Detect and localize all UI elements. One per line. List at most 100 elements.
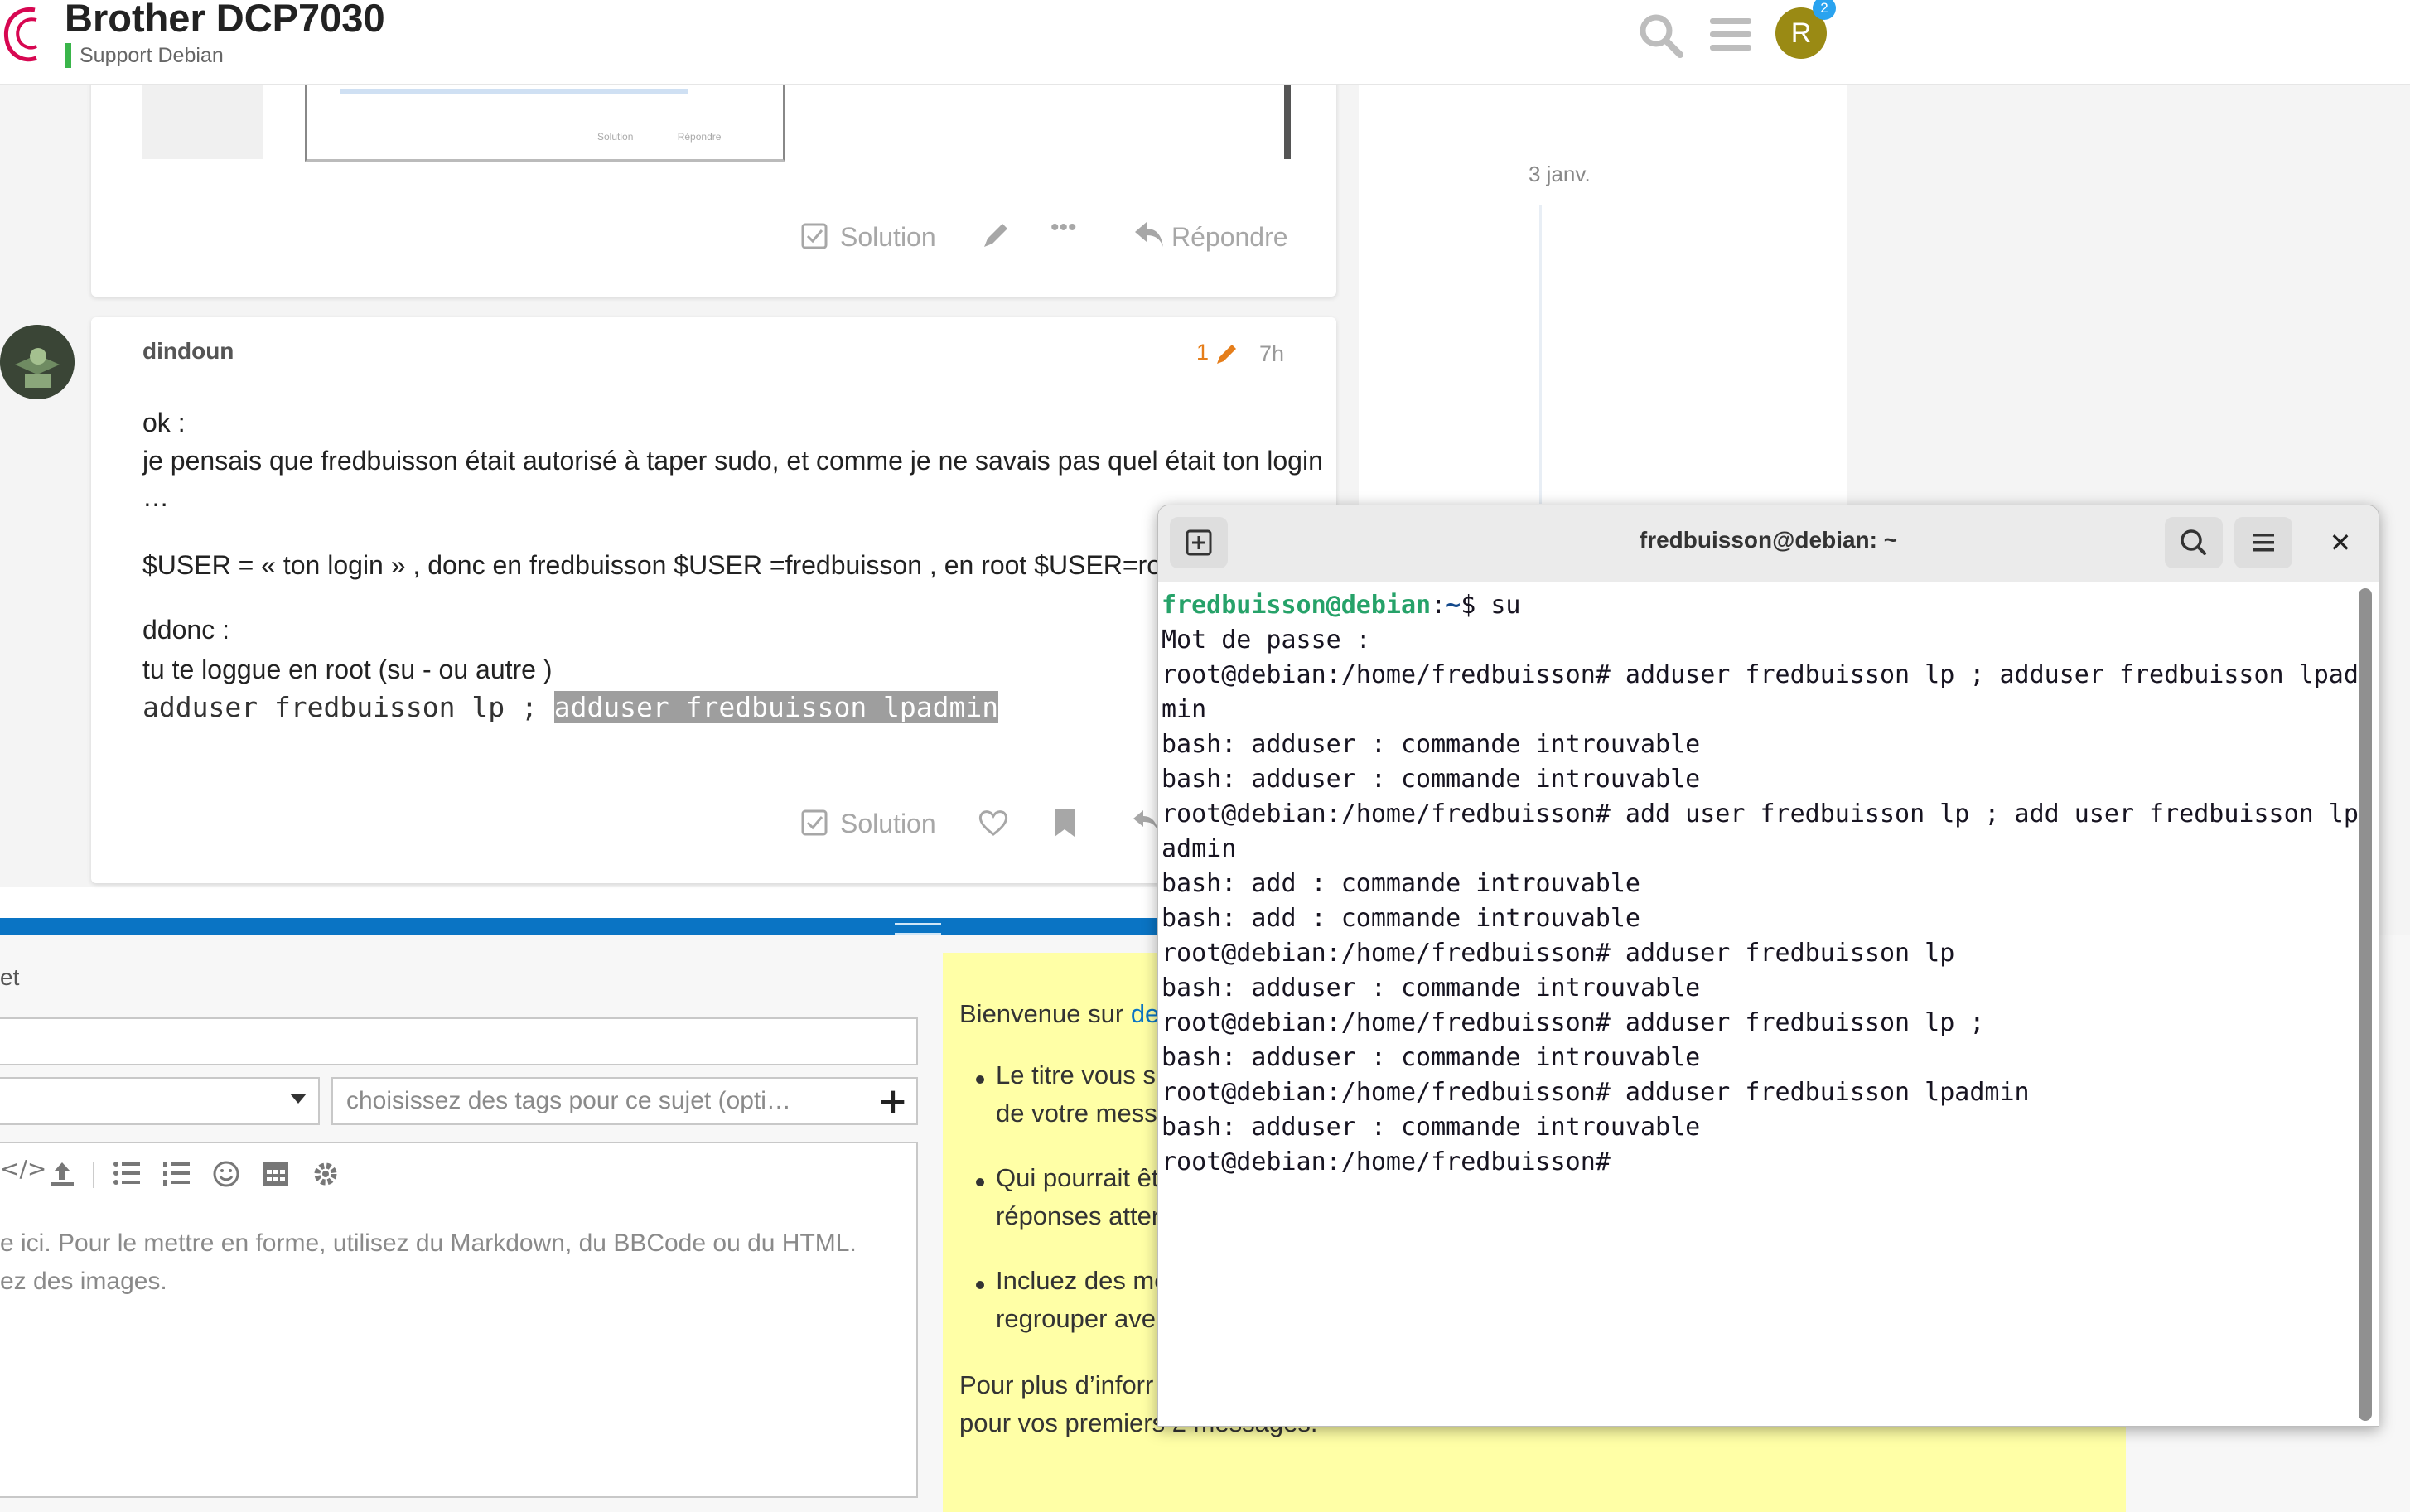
post-age[interactable]: 7h	[1259, 341, 1284, 367]
bullet-list-icon[interactable]	[113, 1160, 141, 1186]
topic-title-input[interactable]	[0, 1017, 918, 1065]
emoji-icon[interactable]	[212, 1160, 240, 1188]
tip-line: Incluez des mo	[996, 1266, 1169, 1295]
terminal-search-button[interactable]	[2165, 517, 2223, 568]
close-icon[interactable]: ✕	[2315, 517, 2366, 568]
edit-pencil-icon[interactable]	[981, 220, 1011, 250]
checkbox-icon[interactable]	[800, 809, 828, 837]
numbered-list-icon[interactable]	[162, 1160, 191, 1186]
terminal-line: root@debian:/home/fredbuisson# adduser f…	[1162, 1008, 1985, 1037]
post-text-line: …	[142, 482, 169, 512]
post-card-1: Solution Répondre Solution ••• Répondre	[91, 66, 1336, 297]
edit-count[interactable]: 1	[1196, 340, 1209, 365]
terminal-scrollbar[interactable]	[2359, 588, 2372, 1421]
composer-resize-bar[interactable]	[0, 918, 1160, 935]
prompt-command: $ su	[1461, 591, 1521, 620]
category-badge[interactable]: Support Debian	[65, 43, 224, 68]
page-title[interactable]: Brother DCP7030	[65, 0, 385, 41]
edit-pencil-icon[interactable]	[1215, 341, 1239, 366]
gear-icon[interactable]	[312, 1160, 340, 1188]
timeline-scroller-track[interactable]	[1539, 205, 1542, 504]
post-text-line: $USER = « ton login » , donc en fredbuis…	[142, 550, 1184, 580]
bullet-icon	[976, 1075, 984, 1084]
tip-line: réponses atter	[996, 1201, 1161, 1230]
inline-code: adduser fredbuisson lp ; adduser fredbui…	[142, 691, 999, 723]
prompt-separator: :	[1431, 591, 1446, 620]
calendar-icon[interactable]	[262, 1158, 290, 1188]
terminal-line: root@debian:/home/fredbuisson# adduser f…	[1162, 1078, 2030, 1107]
terminal-titlebar[interactable]: fredbuisson@debian: ~ ✕	[1158, 505, 2379, 582]
solution-button[interactable]: Solution	[840, 809, 936, 839]
terminal-line: Mot de passe :	[1162, 626, 1371, 655]
tags-placeholder: choisissez des tags pour ce sujet (opti…	[346, 1087, 791, 1114]
thumbnail-link-line	[340, 89, 688, 94]
terminal-line: bash: adduser : commande introuvable	[1162, 765, 1701, 794]
post-username[interactable]: dindoun	[142, 338, 234, 365]
heart-icon[interactable]	[978, 809, 1009, 837]
hamburger-menu-icon[interactable]	[1710, 17, 1751, 53]
hamburger-menu-icon	[2253, 534, 2274, 552]
terminal-line: bash: add : commande introuvable	[1162, 869, 1640, 898]
post-card-2	[91, 317, 1336, 883]
terminal-line: root@debian:/home/fredbuisson#	[1162, 1147, 1611, 1176]
add-tag-icon[interactable]: +	[877, 1080, 908, 1123]
reply-arrow-icon[interactable]	[1132, 809, 1160, 833]
editor-placeholder-line: ez des images.	[0, 1268, 167, 1295]
toolbar-divider	[93, 1162, 94, 1188]
more-options-icon[interactable]: •••	[1050, 214, 1077, 242]
reply-button[interactable]: Répondre	[1171, 222, 1288, 253]
tips-footer-line: Pour plus d’inforr	[959, 1370, 1154, 1399]
thumbnail-reply-text: Répondre	[677, 131, 722, 143]
thumbnail-edge	[1284, 85, 1291, 159]
editor-placeholder-line: e ici. Pour le mettre en forme, utilisez…	[0, 1229, 857, 1257]
timeline-date[interactable]: 3 janv.	[1529, 162, 1591, 187]
tip-line: Le titre vous se	[996, 1060, 1171, 1089]
terminal-line: bash: adduser : commande introuvable	[1162, 1113, 1701, 1142]
avatar[interactable]	[0, 325, 75, 399]
dindoun-avatar-image	[0, 325, 75, 399]
terminal-line: root@debian:/home/fredbuisson# adduser f…	[1162, 660, 2359, 689]
editor-toolbar: </>	[0, 1148, 911, 1201]
terminal-output[interactable]: fredbuisson@debian:~$ su Mot de passe : …	[1162, 588, 2359, 1180]
post-text-line: tu te loggue en root (su - ou autre )	[142, 655, 553, 684]
terminal-line: bash: adduser : commande introuvable	[1162, 730, 1701, 759]
tags-input[interactable]: choisissez des tags pour ce sujet (opti……	[331, 1077, 918, 1125]
tip-line: de votre messa	[996, 1099, 1171, 1128]
code-icon[interactable]: </>	[0, 1155, 46, 1182]
terminal-window[interactable]: fredbuisson@debian: ~ ✕ fredbuisson@debi…	[1157, 505, 2379, 1427]
terminal-line: admin	[1162, 834, 1237, 863]
checkbox-icon[interactable]	[800, 222, 828, 250]
terminal-line: bash: add : commande introuvable	[1162, 904, 1640, 933]
site-header: Brother DCP7030 Support Debian R 2	[0, 0, 2410, 85]
code-plain: adduser fredbuisson lp ;	[142, 691, 554, 723]
prompt-path: ~	[1446, 591, 1461, 620]
tips-intro: Bienvenue sur de	[959, 999, 1160, 1028]
post-text-line: ok :	[142, 408, 186, 437]
terminal-line: min	[1162, 695, 1207, 724]
search-icon	[2181, 529, 2206, 555]
post-text-line: je pensais que fredbuisson était autoris…	[142, 446, 1323, 476]
terminal-line: root@debian:/home/fredbuisson# adduser f…	[1162, 939, 1955, 968]
category-select[interactable]	[0, 1077, 320, 1125]
terminal-line: root@debian:/home/fredbuisson# add user …	[1162, 799, 2359, 828]
debian-logo-icon[interactable]	[2, 3, 53, 70]
search-icon[interactable]	[1637, 12, 1683, 58]
prompt-user: fredbuisson@debian	[1162, 591, 1432, 620]
post-text-line: ddonc :	[142, 615, 229, 645]
terminal-menu-button[interactable]	[2234, 517, 2292, 568]
solution-button[interactable]: Solution	[840, 222, 936, 253]
upload-icon[interactable]	[48, 1160, 76, 1188]
composer-grip-handle[interactable]	[895, 923, 941, 935]
terminal-line: bash: adduser : commande introuvable	[1162, 973, 1701, 1002]
tip-line: regrouper ave	[996, 1304, 1157, 1333]
tips-link[interactable]: de	[1131, 999, 1159, 1028]
bookmark-icon[interactable]	[1052, 807, 1077, 838]
bullet-icon	[976, 1281, 984, 1289]
bullet-icon	[976, 1178, 984, 1186]
reply-arrow-icon[interactable]	[1133, 220, 1165, 249]
image-thumbnail[interactable]: Solution Répondre	[305, 85, 785, 162]
code-selected-text: adduser fredbuisson lpadmin	[553, 691, 999, 723]
notification-badge[interactable]: 2	[1813, 0, 1836, 20]
terminal-line: bash: adduser : commande introuvable	[1162, 1043, 1701, 1072]
chevron-down-icon[interactable]	[290, 1094, 307, 1104]
